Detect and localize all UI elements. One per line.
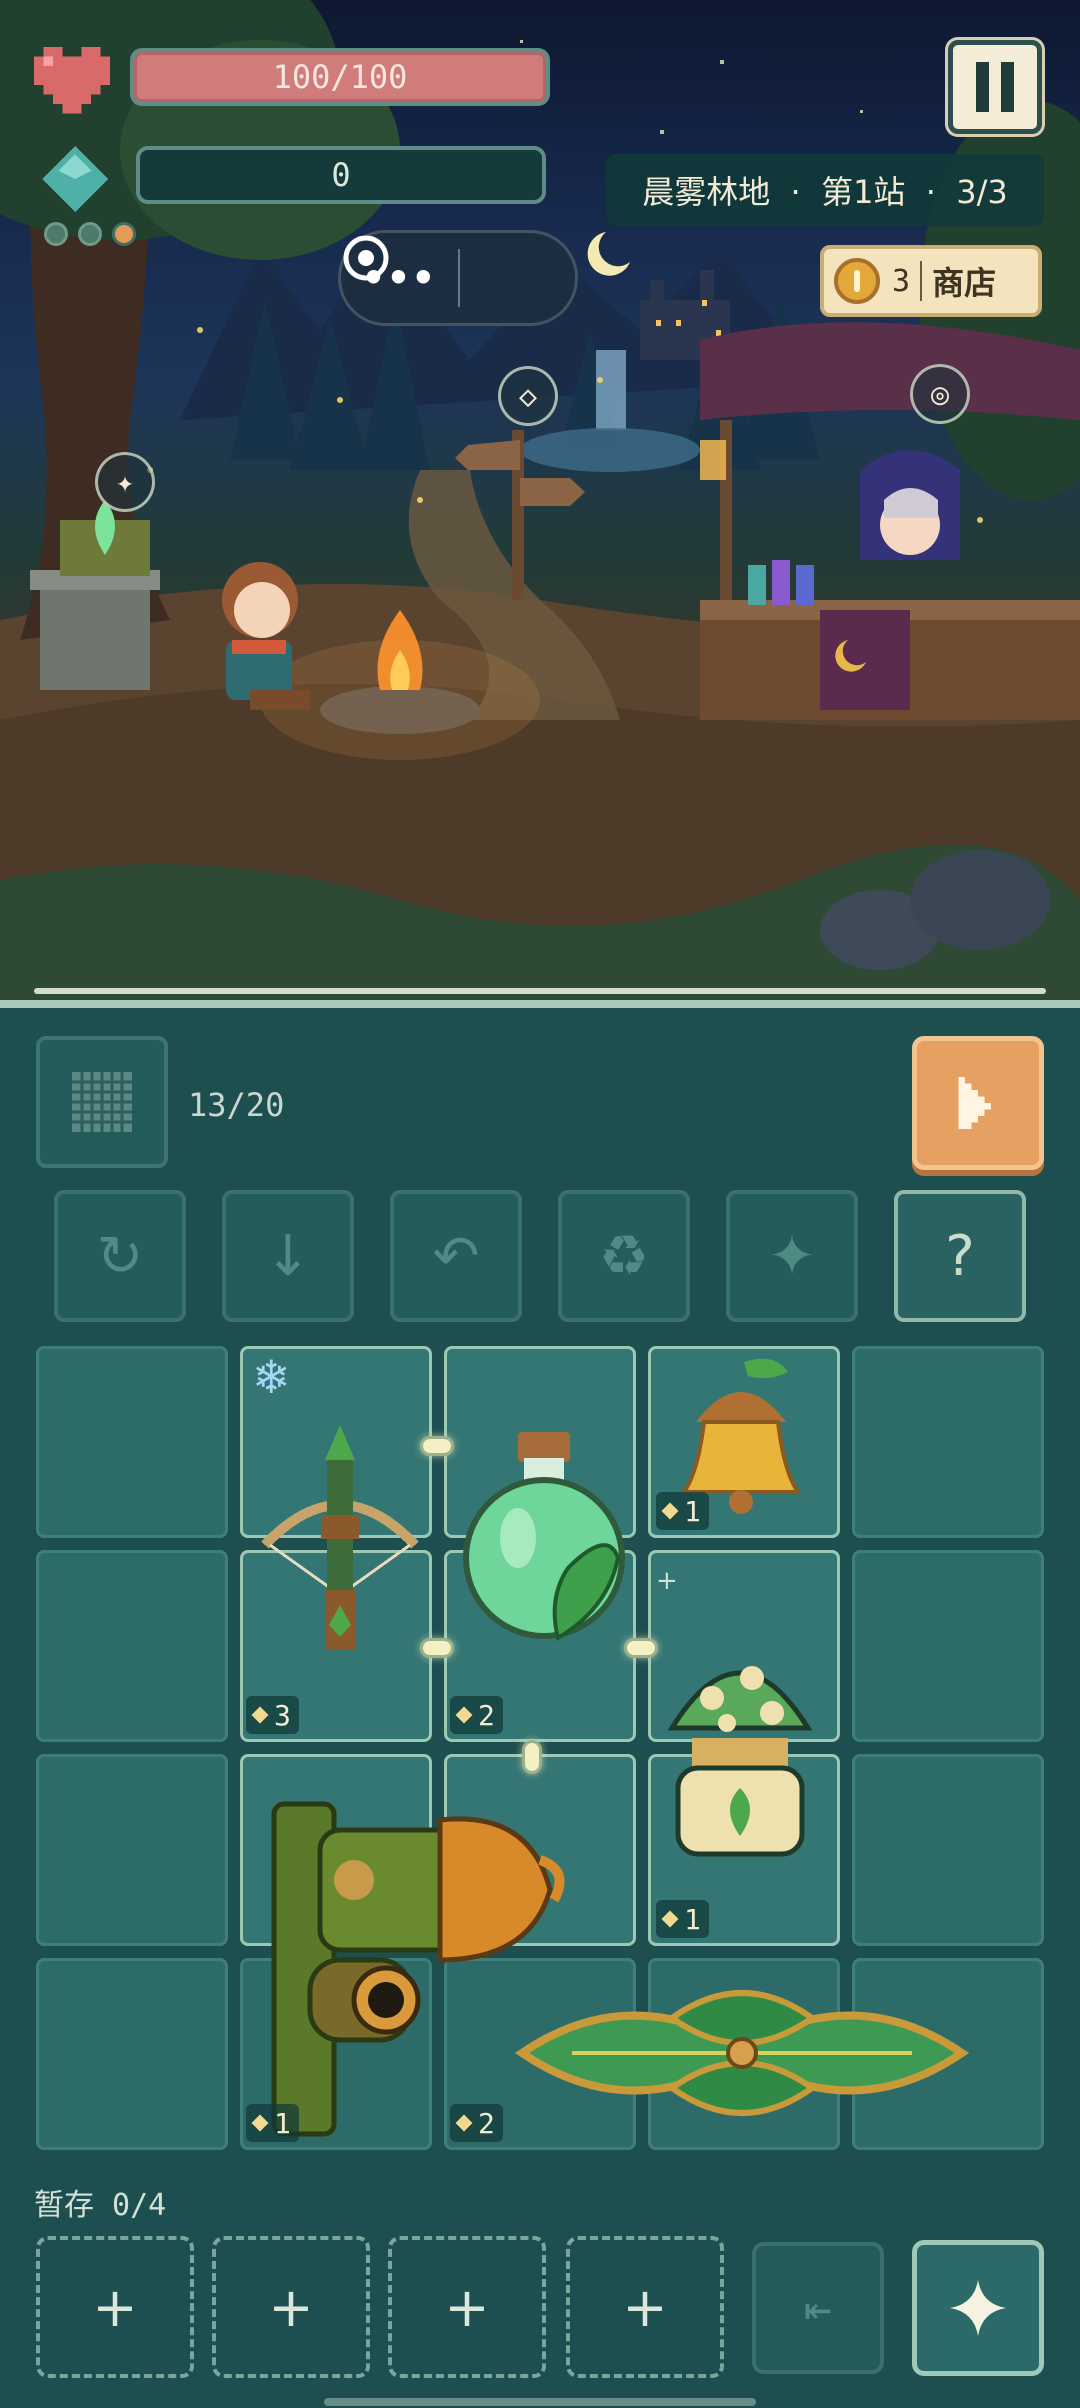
shop-divider [920,261,923,301]
blade-level-badge: 2 [450,2104,503,2142]
target-icon [343,235,389,281]
scene-divider [34,988,1046,994]
undo-button[interactable]: ↶ [390,1190,522,1322]
potion-level-badge: 2 [450,1696,503,1734]
home-indicator [324,2398,756,2406]
stash-slot[interactable]: + [566,2236,724,2378]
bell-level-badge: 1 [656,1492,709,1530]
board-cell[interactable] [852,1550,1044,1742]
bell-level: 1 [684,1494,701,1528]
recycle-button[interactable]: ♻ [558,1190,690,1322]
down-arrow-icon: ↓ [264,1223,312,1289]
heart-icon [34,42,110,118]
game-scene: 100/100 0 晨雾林地 · 第1站 · 3/3 ••• 3 商店 ✦ ◇ … [0,0,1080,1000]
collapse-button[interactable]: ⇤ [752,2242,884,2374]
pause-icon [976,62,989,112]
rotate-icon: ↻ [96,1223,144,1289]
stage-dot [44,222,68,246]
jar-level: 1 [684,1902,701,1936]
synergy-connector [522,1740,542,1774]
pause-button[interactable] [948,40,1042,134]
crossbow-level-badge: 3 [246,1696,299,1734]
help-label: ? [945,1223,975,1289]
pause-icon-bar [1001,62,1014,112]
mana-bar: 0 [136,146,546,204]
back-to-start-icon: ⇤ [804,2281,832,2335]
piece-count: 13/20 [188,1086,285,1124]
mana-text: 0 [331,156,351,194]
placement-plus-icon: + [656,1566,678,1596]
blade-level: 2 [478,2106,495,2140]
sparkle-icon: ✦ [768,1223,816,1289]
board-cell[interactable] [852,1346,1044,1538]
recycle-icon: ♻ [598,1223,650,1289]
board-cell[interactable] [36,1958,228,2150]
stash-slot[interactable]: + [212,2236,370,2378]
cannon-level: 1 [274,2106,291,2140]
mushroom-jar-item[interactable] [652,1628,828,1862]
health-text: 100/100 [272,58,408,96]
coin-icon [834,258,880,304]
synergy-connector [420,1436,454,1456]
mana-gem-icon [42,146,108,212]
health-bar: 100/100 [130,48,550,106]
stash-slot[interactable]: + [36,2236,194,2378]
diamond-marker-icon[interactable]: ◇ [498,366,558,426]
stage-dot [78,222,102,246]
undo-icon: ↶ [432,1223,480,1289]
star-marker-icon[interactable]: ✦ [95,452,155,512]
synergy-connector [420,1638,454,1658]
add-icon: + [444,2275,490,2339]
board-cell[interactable] [36,1346,228,1538]
shop-button[interactable]: 3 商店 [820,245,1042,317]
target-marker-icon[interactable]: ◎ [910,364,970,424]
stage-dot-current [112,222,136,246]
location-label: 晨雾林地 · 第1站 · 3/3 [606,154,1044,226]
cannon-level-badge: 1 [246,2104,299,2142]
frozen-snowflake-icon: ❄ [252,1350,291,1404]
add-icon: + [92,2275,138,2339]
play-icon [958,1077,991,1129]
start-battle-button[interactable] [912,1036,1044,1170]
rotate-button[interactable]: ↻ [54,1190,186,1322]
grid-toggle-button[interactable] [36,1036,168,1168]
stage-progress-dots [44,222,136,246]
auto-arrange-button[interactable] [912,2240,1044,2376]
drop-button[interactable]: ↓ [222,1190,354,1322]
potion-level: 2 [478,1698,495,1732]
shop-label: 商店 [932,264,997,302]
leaf-blade-item[interactable] [512,1968,972,2142]
sparkle-icon [950,2280,1006,2336]
help-button[interactable]: ? [894,1190,1026,1322]
synergy-connector [624,1638,658,1658]
jar-level-badge: 1 [656,1900,709,1938]
board-cell[interactable] [36,1754,228,1946]
crossbow-level: 3 [274,1698,291,1732]
add-icon: + [622,2275,668,2339]
board-cell[interactable] [36,1550,228,1742]
gold-count: 3 [892,263,911,299]
mini-program-capsule: ••• [338,230,578,326]
stash-label: 暂存 0/4 [34,2188,167,2223]
stash-slot[interactable]: + [388,2236,546,2378]
sparkle-button[interactable]: ✦ [726,1190,858,1322]
leaf-potion-item[interactable] [458,1428,628,1662]
crossbow-item[interactable] [255,1425,425,1659]
add-icon: + [268,2275,314,2339]
capsule-divider [458,249,460,307]
board-cell[interactable] [852,1754,1044,1946]
grid-icon [72,1072,132,1132]
